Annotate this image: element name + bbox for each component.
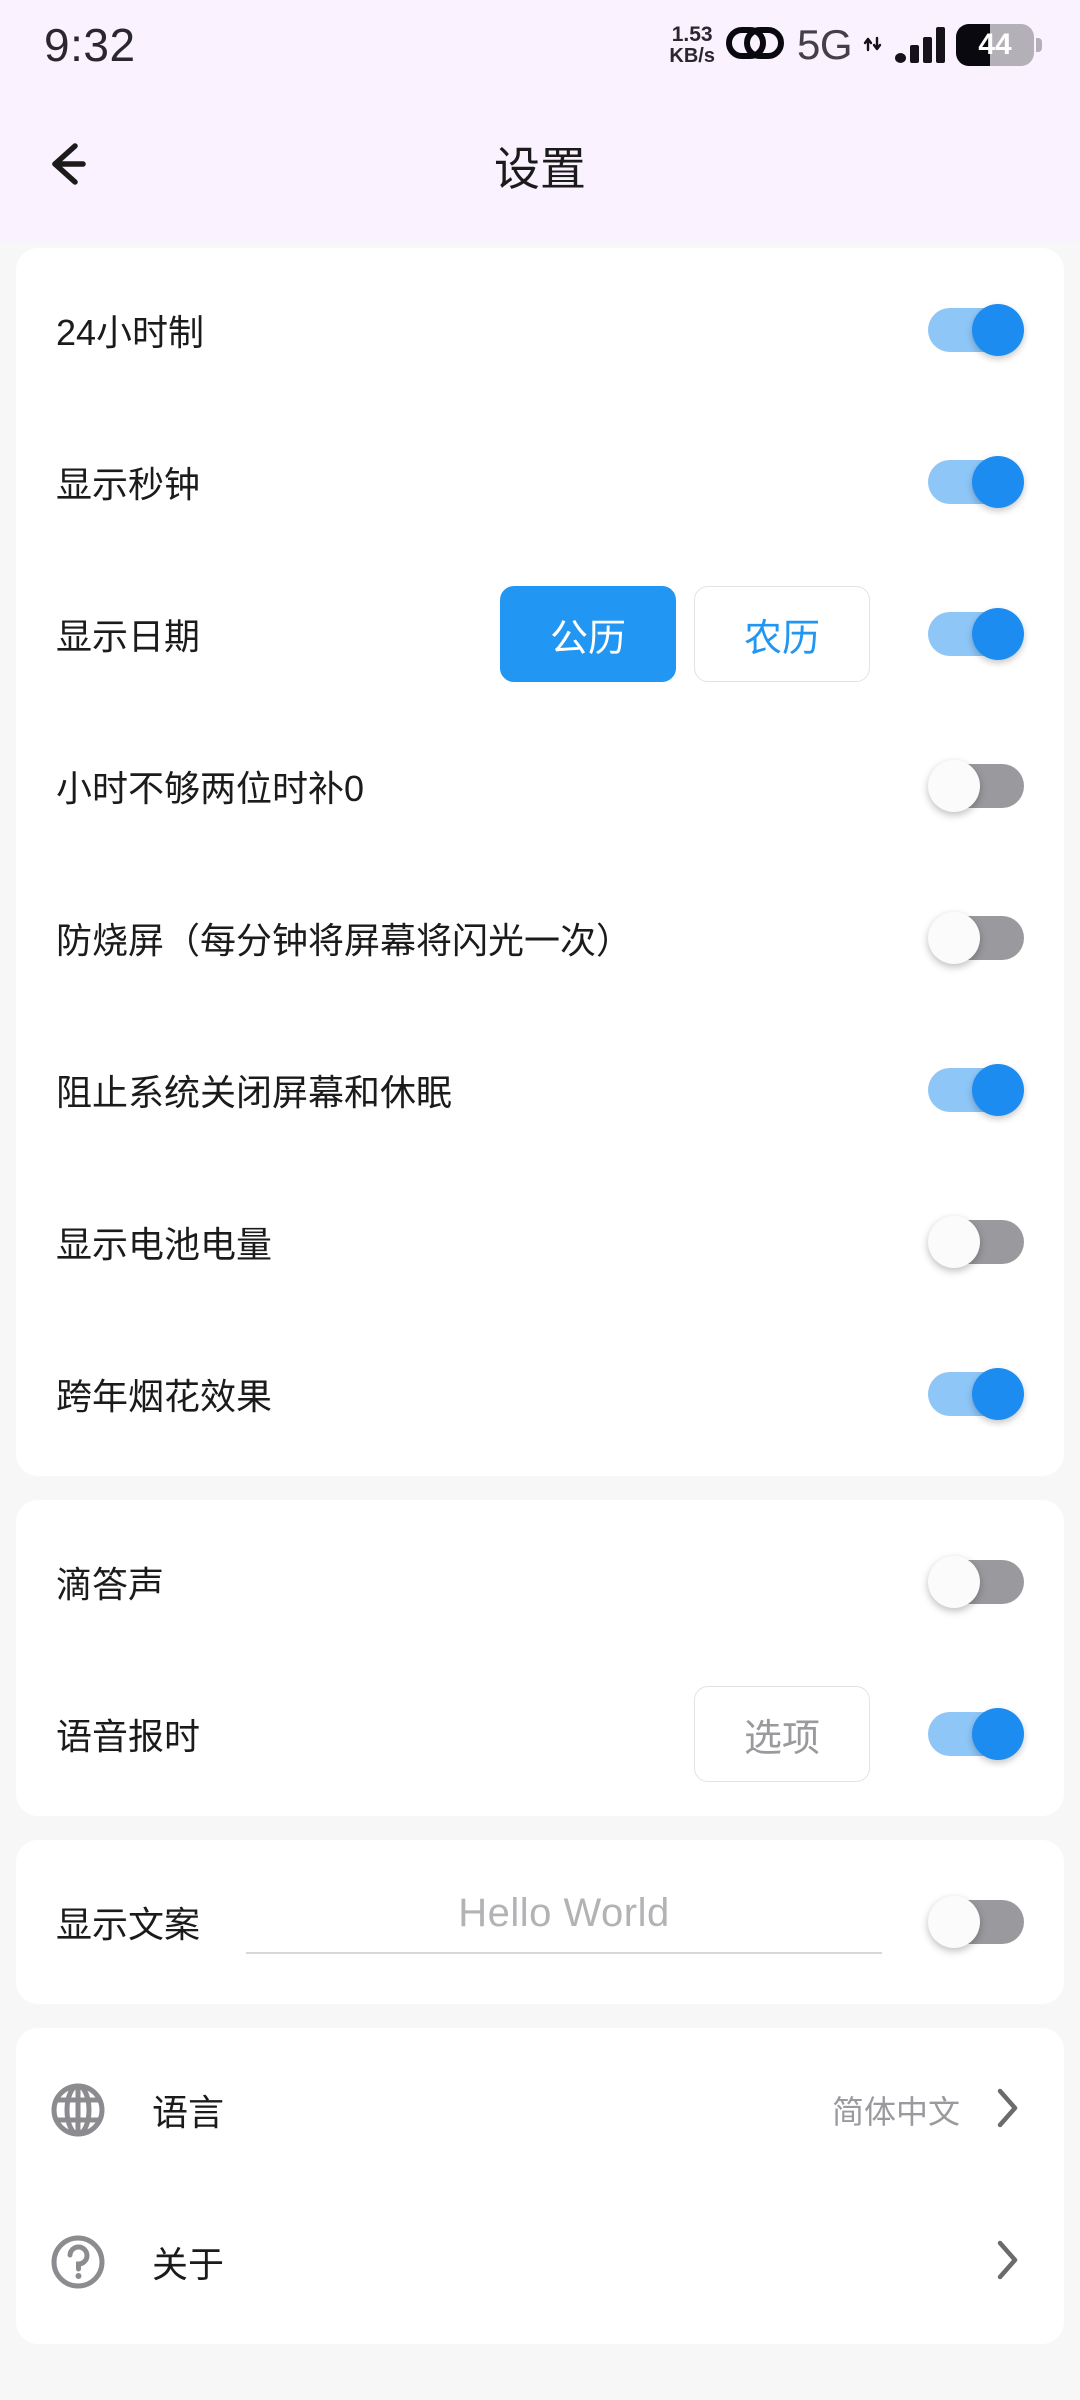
toggle-thumb: [928, 1556, 980, 1608]
custom-text-card: 显示文案 Hello World: [16, 1840, 1064, 2004]
nav-label: 语言: [152, 2092, 225, 2133]
signal-bars-icon: [895, 27, 945, 63]
setting-row-burn-in-protection[interactable]: 防烧屏（每分钟将屏幕将闪光一次）: [16, 862, 1064, 1014]
toggle-thumb: [928, 1216, 980, 1268]
toggle-24hour[interactable]: [928, 304, 1024, 356]
toggle-thumb: [928, 912, 980, 964]
chevron-right-icon: [990, 2083, 1024, 2138]
globe-icon: [46, 2078, 110, 2142]
nav-label: 关于: [152, 2244, 225, 2285]
toggle-thumb: [972, 304, 1024, 356]
language-value: 简体中文: [831, 2094, 960, 2130]
custom-text-placeholder: Hello World: [458, 1890, 670, 1935]
toggle-voice-time-announce[interactable]: [928, 1708, 1024, 1760]
toggle-thumb: [972, 1368, 1024, 1420]
general-settings-card: 语言 简体中文 关于: [16, 2028, 1064, 2344]
setting-row-tick-sound[interactable]: 滴答声: [16, 1506, 1064, 1658]
nav-row-about[interactable]: 关于: [16, 2186, 1064, 2338]
back-button[interactable]: [14, 111, 124, 221]
voice-options-button[interactable]: 选项: [694, 1686, 870, 1782]
setting-label: 语音报时: [56, 1716, 201, 1757]
custom-text-field[interactable]: Hello World: [246, 1891, 882, 1954]
setting-label: 显示电池电量: [56, 1224, 273, 1265]
toggle-thumb: [972, 1708, 1024, 1760]
setting-label: 显示文案: [56, 1904, 201, 1945]
toggle-show-seconds[interactable]: [928, 456, 1024, 508]
network-speed-value: 1.53: [671, 23, 713, 47]
app-bar: 设置: [0, 90, 1080, 242]
setting-label: 显示秒钟: [56, 464, 201, 505]
display-settings-card: 24小时制 显示秒钟 显示日期 公历 农历 小时不够两位时补0 防烧屏（每分钟将…: [16, 248, 1064, 1476]
setting-row-show-battery[interactable]: 显示电池电量: [16, 1166, 1064, 1318]
toggle-show-date[interactable]: [928, 608, 1024, 660]
toggle-show-battery[interactable]: [928, 1216, 1024, 1268]
setting-row-show-seconds[interactable]: 显示秒钟: [16, 406, 1064, 558]
setting-row-pad-hour-zero[interactable]: 小时不够两位时补0: [16, 710, 1064, 862]
setting-row-custom-text[interactable]: 显示文案 Hello World: [16, 1846, 1064, 1998]
setting-label: 显示日期: [56, 616, 201, 657]
setting-label: 滴答声: [56, 1564, 165, 1605]
toggle-thumb: [972, 456, 1024, 508]
setting-row-show-date[interactable]: 显示日期 公历 农历: [16, 558, 1064, 710]
status-bar: 9:32 1.53 KB/s 5G 44: [0, 0, 1080, 90]
setting-label: 24小时制: [56, 312, 205, 353]
sound-settings-card: 滴答声 语音报时 选项: [16, 1500, 1064, 1816]
setting-row-24hour[interactable]: 24小时制: [16, 254, 1064, 406]
network-speed-indicator: 1.53 KB/s: [669, 24, 715, 66]
toggle-custom-text[interactable]: [928, 1896, 1024, 1948]
nav-row-language[interactable]: 语言 简体中文: [16, 2034, 1064, 2186]
setting-label: 跨年烟花效果: [56, 1376, 273, 1417]
chevron-right-icon: [990, 2235, 1024, 2290]
toggle-new-year-fireworks[interactable]: [928, 1368, 1024, 1420]
battery-icon: 44: [956, 24, 1042, 66]
toggle-thumb: [972, 608, 1024, 660]
toggle-thumb: [928, 1896, 980, 1948]
network-speed-unit: KB/s: [669, 44, 715, 67]
setting-label: 小时不够两位时补0: [56, 768, 365, 809]
help-circle-icon: [46, 2230, 110, 2294]
status-clock: 9:32: [44, 19, 136, 71]
calendar-type-group: 公历 农历: [500, 586, 870, 682]
toggle-pad-hour-zero[interactable]: [928, 760, 1024, 812]
setting-label: 阻止系统关闭屏幕和休眠: [56, 1072, 453, 1113]
data-transfer-icon: [863, 34, 883, 57]
toggle-keep-screen-on[interactable]: [928, 1064, 1024, 1116]
back-arrow-icon: [37, 132, 101, 201]
status-icons: 1.53 KB/s 5G 44: [669, 21, 1042, 69]
settings-content: 24小时制 显示秒钟 显示日期 公历 农历 小时不够两位时补0 防烧屏（每分钟将…: [0, 248, 1080, 2344]
calendar-solar-button[interactable]: 公历: [500, 586, 676, 682]
network-type-label: 5G: [796, 21, 853, 68]
battery-tip: [1036, 38, 1042, 52]
setting-label: 防烧屏（每分钟将屏幕将闪光一次）: [56, 920, 633, 961]
page-title: 设置: [494, 143, 586, 195]
calendar-lunar-button[interactable]: 农历: [694, 586, 870, 682]
setting-row-keep-screen-on[interactable]: 阻止系统关闭屏幕和休眠: [16, 1014, 1064, 1166]
toggle-thumb: [928, 760, 980, 812]
setting-row-new-year-fireworks[interactable]: 跨年烟花效果: [16, 1318, 1064, 1470]
setting-row-voice-time-announce[interactable]: 语音报时 选项: [16, 1658, 1064, 1810]
toggle-tick-sound[interactable]: [928, 1556, 1024, 1608]
toggle-thumb: [972, 1064, 1024, 1116]
toggle-burn-in-protection[interactable]: [928, 912, 1024, 964]
link-icon: [725, 23, 784, 68]
battery-level-label: 44: [978, 28, 1012, 61]
